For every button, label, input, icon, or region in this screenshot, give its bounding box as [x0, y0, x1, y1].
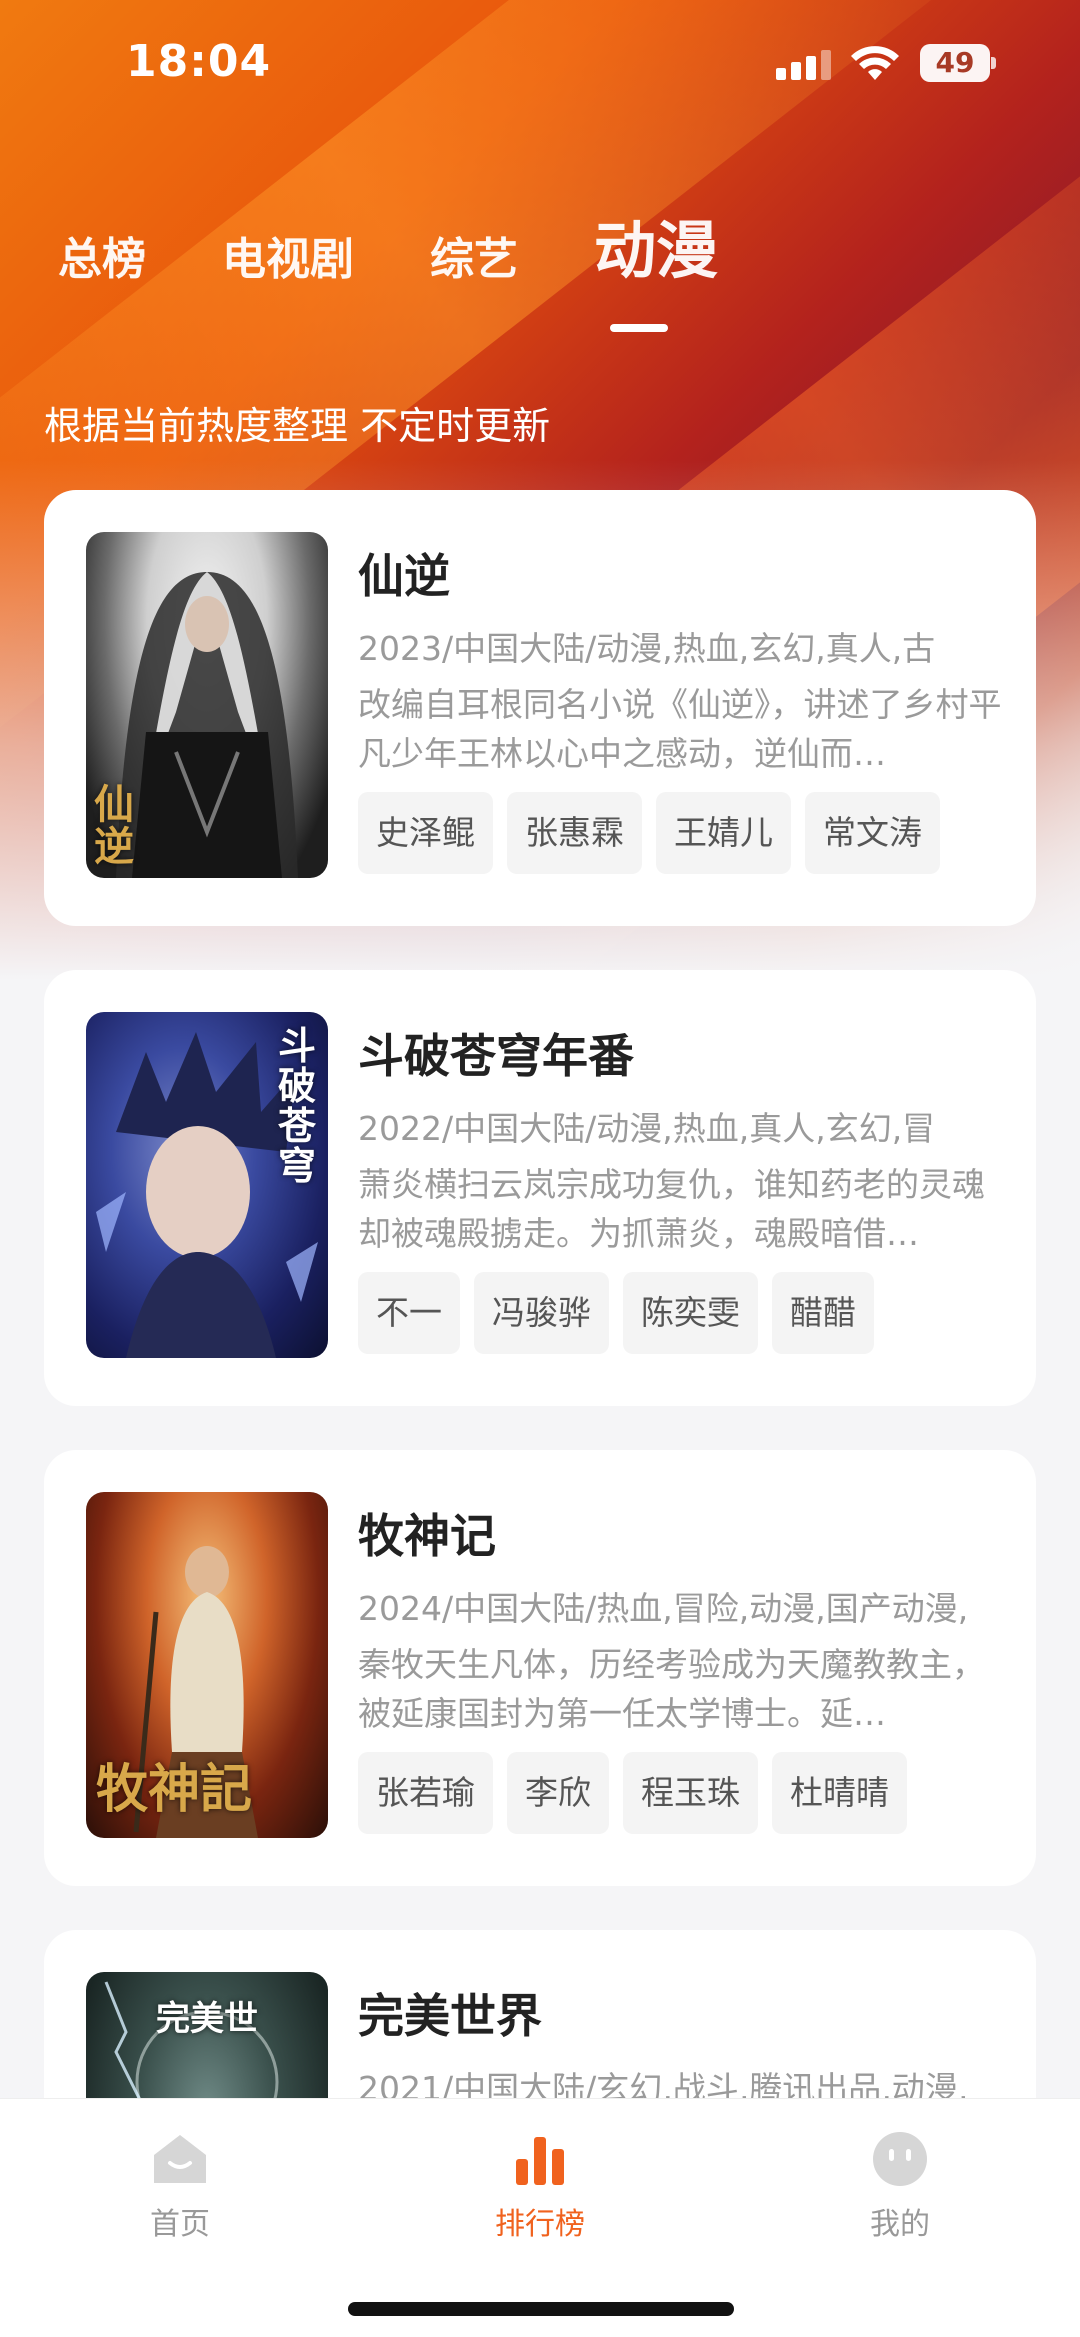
cast-tag[interactable]: 冯骏骅 — [474, 1272, 609, 1354]
poster-title-art: 斗破苍穹 — [278, 1023, 317, 1188]
ranking-chart-icon — [510, 2129, 570, 2189]
cast-tag[interactable]: 程玉珠 — [623, 1752, 758, 1834]
poster-title-art: 完美世 — [156, 1999, 258, 2039]
battery-level: 49 — [920, 44, 990, 82]
poster-title-art: 牧神記 — [96, 1759, 253, 1821]
ranking-card[interactable]: 斗破苍穹 斗破苍穹年番 2022/中国大陆/动漫,热血,真人,玄幻,冒 萧炎横扫… — [44, 970, 1036, 1406]
nav-ranking[interactable]: 排行榜 — [440, 2129, 640, 2243]
nav-home-label: 首页 — [150, 2207, 210, 2242]
profile-face-icon — [870, 2129, 930, 2189]
active-tab-indicator — [610, 324, 668, 332]
card-description: 萧炎横扫云岚宗成功复仇，谁知药老的灵魂却被魂殿掳走。为抓萧炎，魂殿暗借… — [358, 1165, 985, 1253]
nav-profile-label: 我的 — [870, 2207, 930, 2242]
card-meta: 2022/中国大陆/动漫,热血,真人,玄幻,冒 — [358, 1109, 936, 1148]
poster-title-art: 仙逆 — [94, 781, 134, 870]
tab-overall[interactable]: 总榜 — [58, 238, 146, 282]
home-indicator[interactable] — [348, 2302, 734, 2316]
card-title[interactable]: 牧神记 — [358, 1500, 496, 1566]
cast-tags: 张若瑜 李欣 程玉珠 杜晴晴 — [358, 1752, 921, 1834]
card-title[interactable]: 仙逆 — [358, 540, 450, 606]
ranking-subtitle: 根据当前热度整理 不定时更新 — [44, 404, 551, 448]
home-icon — [150, 2129, 210, 2189]
cellular-signal-icon — [776, 50, 832, 80]
cast-tag[interactable]: 史泽鲲 — [358, 792, 493, 874]
ranking-card[interactable]: 牧神記 牧神记 2024/中国大陆/热血,冒险,动漫,国产动漫, 秦牧天生凡体，… — [44, 1450, 1036, 1886]
category-tabs: 总榜 电视剧 综艺 动漫 — [58, 220, 794, 282]
card-title[interactable]: 完美世界 — [358, 1980, 542, 2046]
card-meta: 2024/中国大陆/热血,冒险,动漫,国产动漫, — [358, 1589, 969, 1628]
nav-profile[interactable]: 我的 — [800, 2129, 1000, 2243]
cast-tag[interactable]: 杜晴晴 — [772, 1752, 907, 1834]
wifi-icon — [850, 44, 900, 82]
nav-home[interactable]: 首页 — [80, 2129, 280, 2243]
poster-image: 斗破苍穹 — [86, 1012, 328, 1358]
tab-variety[interactable]: 综艺 — [430, 238, 518, 282]
poster-image: 牧神記 — [86, 1492, 328, 1838]
card-title[interactable]: 斗破苍穹年番 — [358, 1020, 634, 1086]
card-description: 秦牧天生凡体，历经考验成为天魔教教主，被延康国封为第一任太学博士。延… — [358, 1645, 985, 1733]
card-meta: 2023/中国大陆/动漫,热血,玄幻,真人,古 — [358, 629, 936, 668]
cast-tags: 史泽鲲 张惠霖 王婧儿 常文涛 — [358, 792, 954, 874]
cast-tag[interactable]: 王婧儿 — [656, 792, 791, 874]
cast-tag[interactable]: 张若瑜 — [358, 1752, 493, 1834]
cast-tag[interactable]: 不一 — [358, 1272, 460, 1354]
nav-ranking-label: 排行榜 — [495, 2207, 585, 2242]
cast-tag[interactable]: 张惠霖 — [507, 792, 642, 874]
ranking-card[interactable]: 仙逆 仙逆 2023/中国大陆/动漫,热血,玄幻,真人,古 改编自耳根同名小说《… — [44, 490, 1036, 926]
cast-tag[interactable]: 李欣 — [507, 1752, 609, 1834]
poster-image: 仙逆 — [86, 532, 328, 878]
cast-tag[interactable]: 醋醋 — [772, 1272, 874, 1354]
tab-anime[interactable]: 动漫 — [594, 220, 718, 282]
cast-tag[interactable]: 常文涛 — [805, 792, 940, 874]
cast-tags: 不一 冯骏骅 陈奕雯 醋醋 — [358, 1272, 888, 1354]
status-time: 18:04 — [126, 36, 272, 87]
card-description: 改编自耳根同名小说《仙逆》，讲述了乡村平凡少年王林以心中之感动，逆仙而… — [358, 685, 1002, 773]
battery-icon: 49 — [920, 44, 996, 82]
status-bar: 18:04 49 — [0, 0, 1080, 130]
tab-tv-series[interactable]: 电视剧 — [222, 238, 354, 282]
cast-tag[interactable]: 陈奕雯 — [623, 1272, 758, 1354]
